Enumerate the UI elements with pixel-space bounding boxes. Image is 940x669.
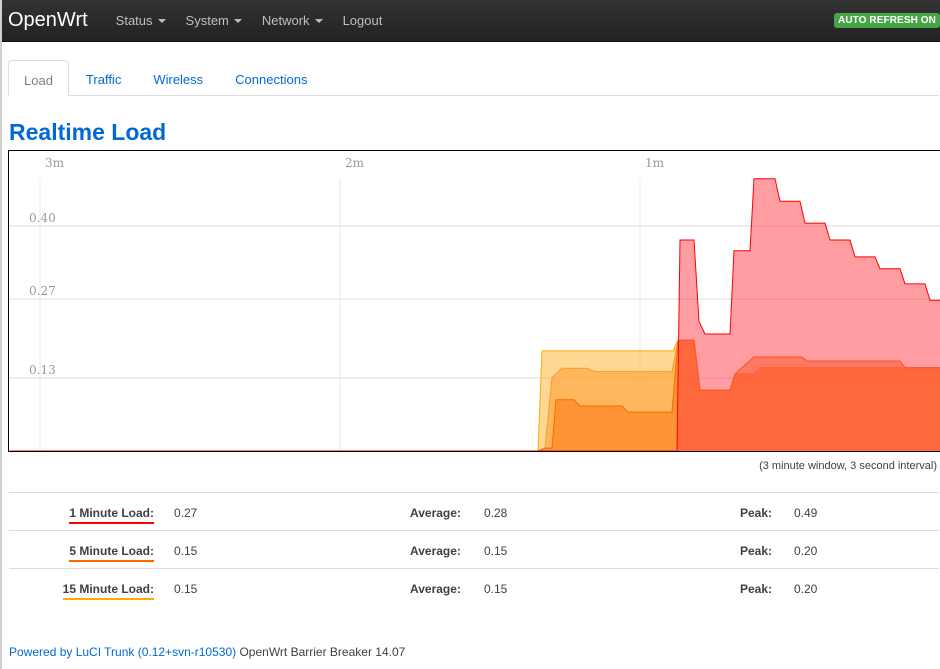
y-tick-label: 0.40 [29,211,56,225]
tab-traffic[interactable]: Traffic [71,60,136,96]
stat-peak-15min: 0.20 [794,582,818,596]
realtime-tabs: Load Traffic Wireless Connections [8,60,939,97]
nav-logout-link[interactable]: Logout [343,13,383,28]
stat-peak-label: Peak: [740,506,773,520]
y-tick-label: 0.27 [29,284,56,298]
stat-label-1min: 1 Minute Load: [69,506,154,524]
tab-connections[interactable]: Connections [220,60,322,96]
caret-down-icon [314,18,323,23]
stat-label-5min: 5 Minute Load: [69,544,154,562]
load-chart-svg: 3m 2m 1m 0.40 0.27 0.13 [9,156,940,451]
luci-link[interactable]: Powered by LuCI Trunk (0.12+svn-r10530) [9,645,236,659]
y-tick-label: 0.13 [29,363,56,377]
stat-average-5min: 0.15 [484,544,508,558]
load-chart: 3m 2m 1m 0.40 0.27 0.13 [8,150,940,452]
auto-refresh-toggle[interactable]: AUTO REFRESH ON [834,13,940,28]
stat-peak-label: Peak: [740,544,773,558]
stat-row-1min: 1 Minute Load: 0.27 Average: 0.28 Peak: … [9,492,939,530]
chart-window-note: (3 minute window, 3 second interval) [759,460,937,472]
caret-down-icon [157,18,166,23]
page-title: Realtime Load [9,119,167,145]
x-tick-label: 3m [45,156,65,170]
stat-current-15min: 0.15 [174,582,198,596]
brand-logo[interactable]: OpenWrt [8,9,88,33]
stat-avg-label: Average: [410,544,461,558]
x-tick-label: 1m [645,156,665,170]
stat-current-1min: 0.27 [174,506,198,520]
nav-logout-label: Logout [342,13,383,28]
footer-version: OpenWrt Barrier Breaker 14.07 [236,645,406,659]
page-footer: Powered by LuCI Trunk (0.12+svn-r10530) … [9,645,405,659]
nav-network-label: Network [261,13,310,28]
stat-row-15min: 15 Minute Load: 0.15 Average: 0.15 Peak:… [9,568,939,606]
top-navbar: OpenWrt Status System Network Logout AUT… [2,0,940,42]
nav-status-label: Status [115,13,153,28]
tab-load[interactable]: Load [8,60,69,97]
tab-wireless[interactable]: Wireless [138,60,218,96]
stat-avg-label: Average: [410,582,461,596]
series-area-3 [10,178,940,451]
stat-average-15min: 0.15 [484,582,508,596]
stat-peak-1min: 0.49 [794,506,818,520]
stat-current-5min: 0.15 [174,544,198,558]
x-tick-label: 2m [345,156,365,170]
nav-system-menu[interactable]: System [186,13,242,28]
stat-peak-label: Peak: [740,582,773,596]
stat-average-1min: 0.28 [484,506,508,520]
stat-peak-5min: 0.20 [794,544,818,558]
nav-status-menu[interactable]: Status [116,13,166,28]
stat-row-5min: 5 Minute Load: 0.15 Average: 0.15 Peak: … [9,530,939,568]
stat-avg-label: Average: [410,506,461,520]
caret-down-icon [233,18,242,23]
stat-label-15min: 15 Minute Load: [62,582,154,600]
nav-network-menu[interactable]: Network [262,13,323,28]
nav-system-label: System [185,13,229,28]
load-stats-table: 1 Minute Load: 0.27 Average: 0.28 Peak: … [9,492,939,606]
